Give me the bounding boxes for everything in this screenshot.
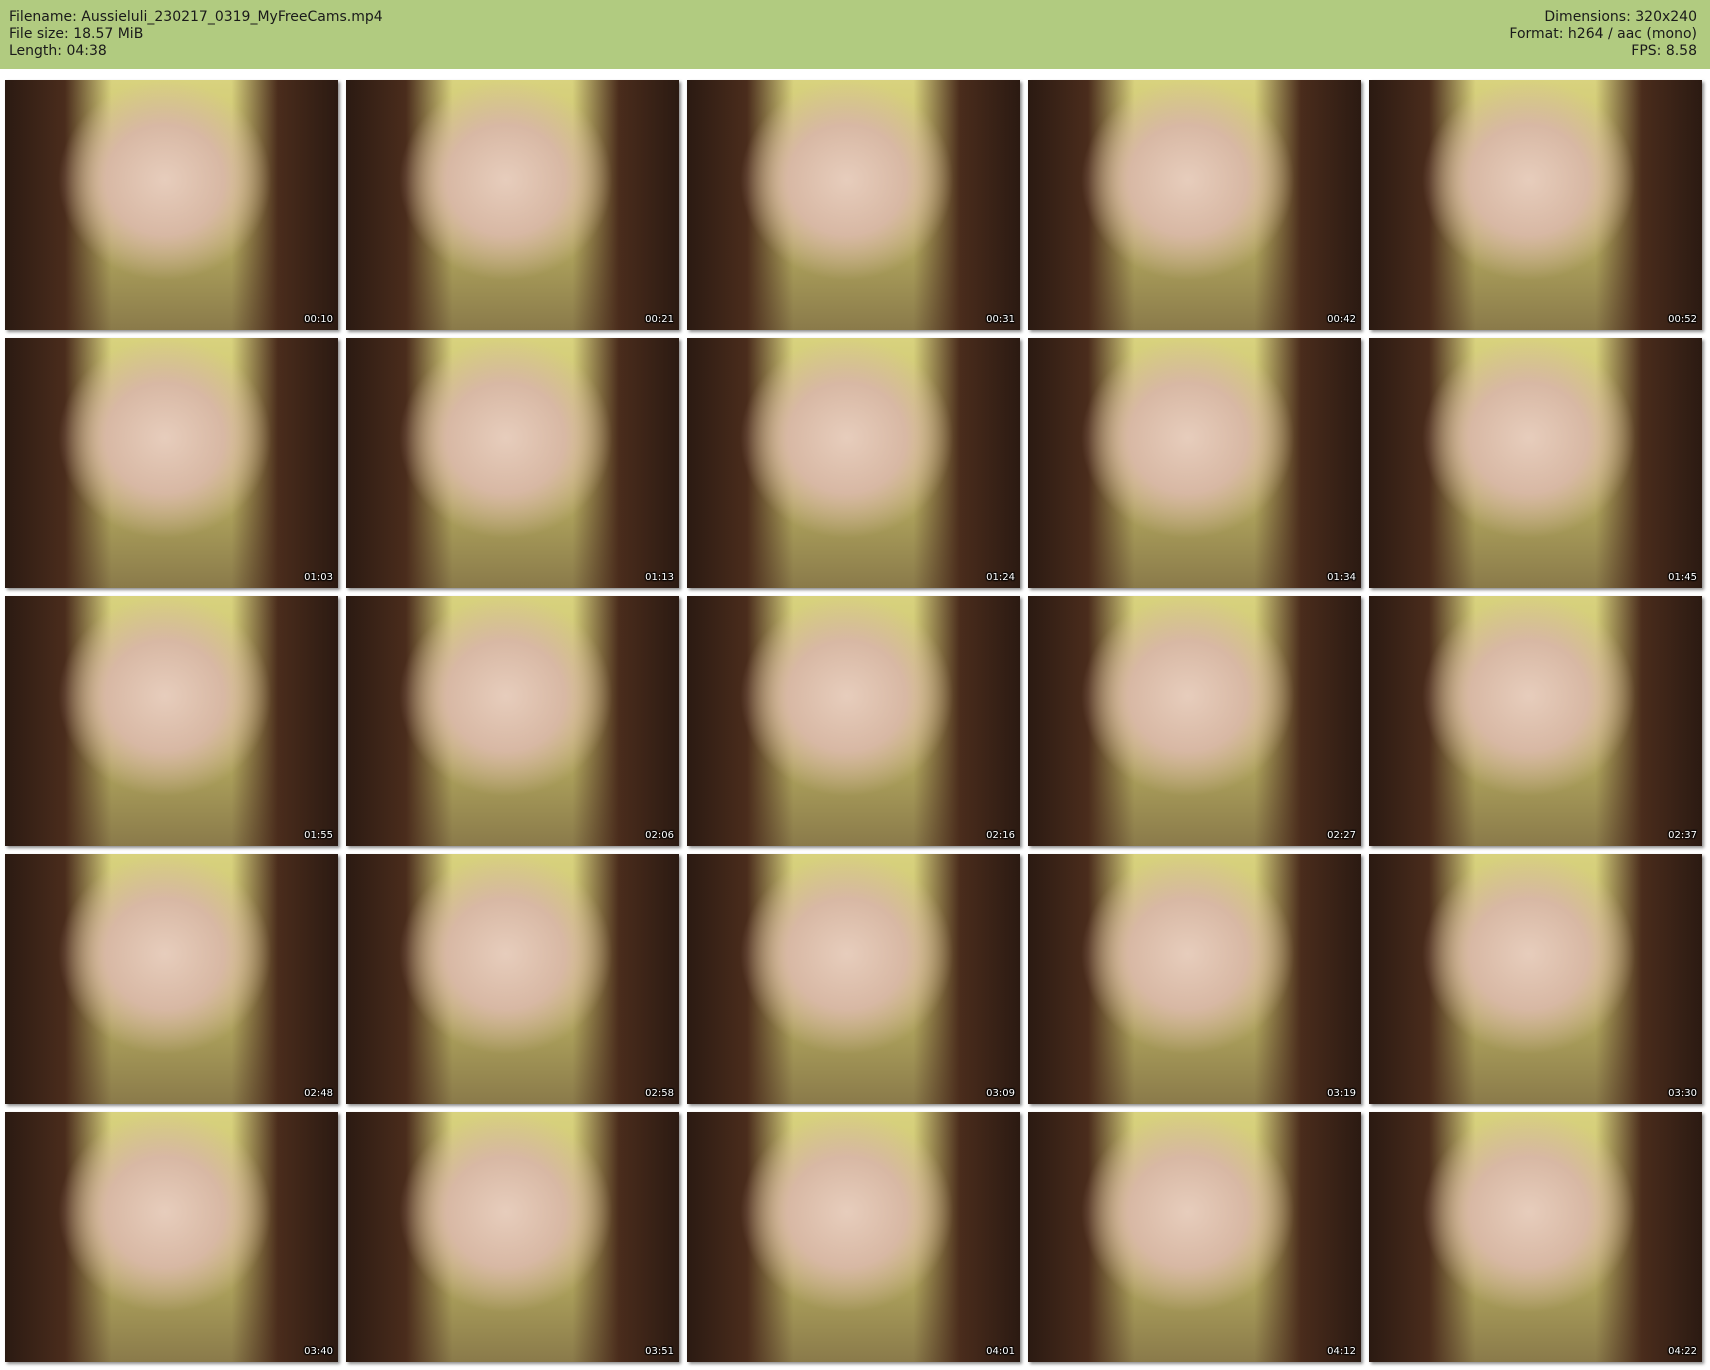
thumbnail: 03:09	[687, 854, 1020, 1104]
thumbnail: 01:45	[1369, 338, 1702, 588]
thumbnail: 02:37	[1369, 596, 1702, 846]
filename-text: Filename: Aussieluli_230217_0319_MyFreeC…	[9, 9, 383, 25]
thumbnail-timestamp: 00:42	[1327, 314, 1356, 325]
thumbnail-timestamp: 01:55	[304, 830, 333, 841]
thumbnail-timestamp: 00:52	[1668, 314, 1697, 325]
thumbnail: 00:42	[1028, 80, 1361, 330]
thumbnail-timestamp: 02:06	[645, 830, 674, 841]
thumbnail-timestamp: 01:03	[304, 572, 333, 583]
fps-text: FPS: 8.58	[1631, 43, 1697, 59]
dimensions-text: Dimensions: 320x240	[1544, 9, 1697, 25]
thumbnail-timestamp: 01:13	[645, 572, 674, 583]
thumbnail-timestamp: 02:37	[1668, 830, 1697, 841]
thumbnail: 03:51	[346, 1112, 679, 1362]
thumbnail-timestamp: 03:30	[1668, 1088, 1697, 1099]
thumbnail-timestamp: 00:10	[304, 314, 333, 325]
filesize-text: File size: 18.57 MiB	[9, 26, 144, 42]
thumbnail: 03:40	[5, 1112, 338, 1362]
thumbnail: 04:22	[1369, 1112, 1702, 1362]
thumbnail: 01:03	[5, 338, 338, 588]
info-left: Filename: Aussieluli_230217_0319_MyFreeC…	[9, 9, 383, 60]
thumbnail: 04:12	[1028, 1112, 1361, 1362]
thumbnail-timestamp: 03:40	[304, 1346, 333, 1357]
thumbnail-grid: 00:10 00:21 00:31 00:42 00:52 01:03 01:1…	[5, 80, 1705, 1364]
thumbnail-timestamp: 00:21	[645, 314, 674, 325]
thumbnail-timestamp: 01:24	[986, 572, 1015, 583]
thumbnail-timestamp: 01:34	[1327, 572, 1356, 583]
thumbnail: 00:10	[5, 80, 338, 330]
thumbnail: 00:52	[1369, 80, 1702, 330]
thumbnail: 03:30	[1369, 854, 1702, 1104]
length-text: Length: 04:38	[9, 43, 107, 59]
thumbnail: 00:21	[346, 80, 679, 330]
info-header: Filename: Aussieluli_230217_0319_MyFreeC…	[0, 0, 1710, 69]
thumbnail: 02:16	[687, 596, 1020, 846]
thumbnail: 03:19	[1028, 854, 1361, 1104]
thumbnail-timestamp: 03:51	[645, 1346, 674, 1357]
thumbnail-timestamp: 02:16	[986, 830, 1015, 841]
thumbnail: 01:34	[1028, 338, 1361, 588]
info-right: Dimensions: 320x240 Format: h264 / aac (…	[1509, 9, 1697, 60]
thumbnail-timestamp: 04:01	[986, 1346, 1015, 1357]
thumbnail: 02:06	[346, 596, 679, 846]
thumbnail: 01:55	[5, 596, 338, 846]
thumbnail-timestamp: 03:19	[1327, 1088, 1356, 1099]
thumbnail-timestamp: 03:09	[986, 1088, 1015, 1099]
thumbnail: 02:58	[346, 854, 679, 1104]
thumbnail: 02:27	[1028, 596, 1361, 846]
thumbnail-timestamp: 02:58	[645, 1088, 674, 1099]
thumbnail: 01:24	[687, 338, 1020, 588]
thumbnail: 01:13	[346, 338, 679, 588]
thumbnail-timestamp: 02:27	[1327, 830, 1356, 841]
thumbnail-timestamp: 01:45	[1668, 572, 1697, 583]
format-text: Format: h264 / aac (mono)	[1509, 26, 1697, 42]
thumbnail-timestamp: 04:12	[1327, 1346, 1356, 1357]
thumbnail-timestamp: 04:22	[1668, 1346, 1697, 1357]
thumbnail-timestamp: 02:48	[304, 1088, 333, 1099]
thumbnail: 00:31	[687, 80, 1020, 330]
thumbnail: 02:48	[5, 854, 338, 1104]
thumbnail: 04:01	[687, 1112, 1020, 1362]
thumbnail-timestamp: 00:31	[986, 314, 1015, 325]
